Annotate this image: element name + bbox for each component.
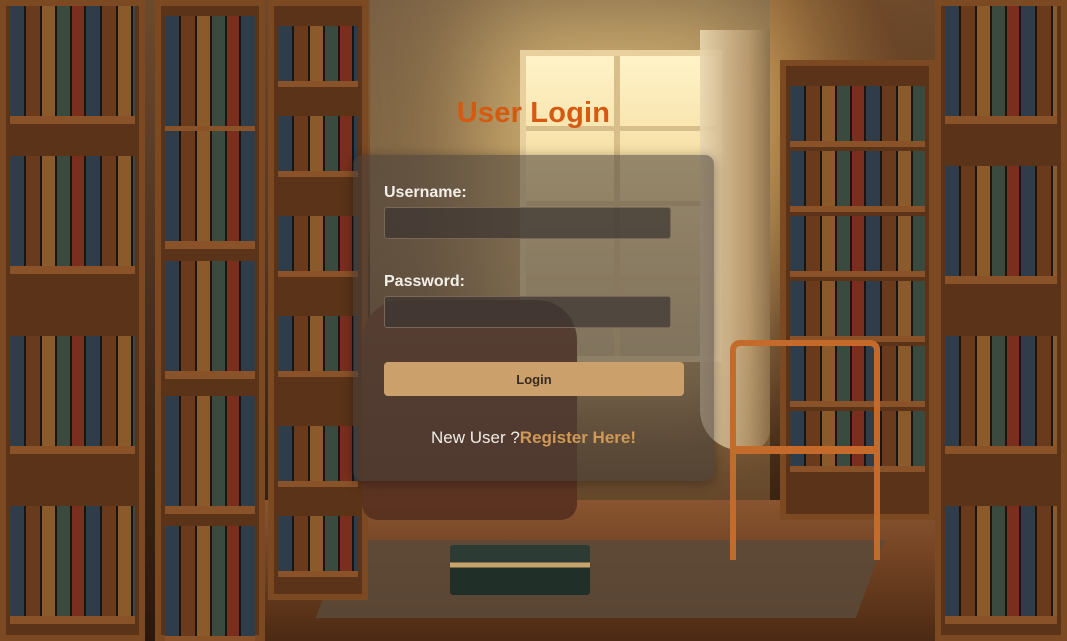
login-form: Username: Password: Login New User ?Regi… [353,155,714,481]
username-input[interactable] [384,207,671,239]
login-button[interactable]: Login [384,362,684,396]
register-link[interactable]: Register Here! [520,428,636,447]
wooden-chair [730,340,880,560]
username-label: Username: [384,184,467,201]
password-label: Password: [384,273,465,290]
register-prompt-row: New User ?Register Here! [353,428,714,448]
password-input[interactable] [384,296,671,328]
register-prompt-text: New User ? [430,428,520,447]
page-title: User Login [456,97,611,129]
book-stack [450,545,590,595]
